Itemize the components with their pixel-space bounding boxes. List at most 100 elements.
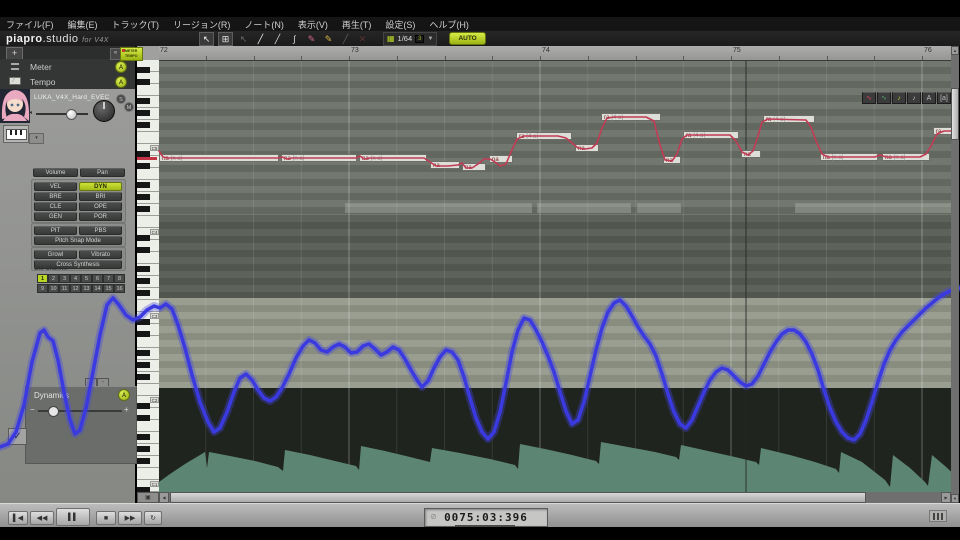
out-channel-13[interactable]: 13 — [81, 284, 92, 293]
dynamics-curve-toggle[interactable]: ∿ — [877, 92, 891, 104]
note[interactable]: na [n a] — [882, 153, 930, 161]
black-key[interactable] — [137, 374, 150, 380]
meter-track-row[interactable]: Meter A — [0, 59, 135, 75]
tempo-track-row[interactable]: Tempo A — [0, 74, 135, 90]
note[interactable]: na [n a] — [820, 153, 878, 161]
timeline-ruler[interactable]: 72 73 74 75 76 — [159, 46, 951, 61]
dynamics-zoom-out[interactable]: − — [30, 405, 35, 414]
note[interactable]: ra — [933, 127, 953, 135]
quantize-control[interactable]: ▦ 1/64 3 ▼ — [382, 31, 438, 46]
menu-item[interactable]: ファイル(F) — [6, 18, 54, 31]
volume-slider-thumb[interactable] — [66, 109, 77, 120]
black-key[interactable] — [137, 458, 150, 464]
rewind-button[interactable]: ◀◀ — [30, 511, 54, 525]
menu-item[interactable]: ヘルプ(H) — [429, 18, 469, 31]
param-button-pan[interactable]: Pan — [80, 168, 125, 177]
black-key[interactable] — [137, 403, 150, 409]
black-key[interactable] — [137, 266, 150, 272]
dynamics-auto-button[interactable]: A — [118, 389, 130, 401]
param-button-volume[interactable]: Volume — [33, 168, 78, 177]
param-button-por[interactable]: POR — [79, 212, 122, 221]
black-key[interactable] — [137, 290, 150, 296]
goto-start-button[interactable]: ▌◀ — [8, 511, 28, 525]
out-channel-16[interactable]: 16 — [114, 284, 125, 293]
meter-auto-button[interactable]: A — [115, 61, 127, 73]
out-channel-6[interactable]: 6 — [92, 274, 103, 283]
out-channel-8[interactable]: 8 — [114, 274, 125, 283]
track-name[interactable]: LUKA_V4X_Hard_EVEC — [34, 94, 110, 101]
param-button-pit[interactable]: PIT — [34, 226, 77, 235]
black-key[interactable] — [137, 362, 150, 368]
note[interactable]: na [n a] — [359, 154, 427, 162]
menu-item[interactable]: ノート(N) — [244, 18, 284, 31]
param-button-bri[interactable]: BRI — [79, 192, 122, 201]
scroll-left-icon[interactable]: ◀ — [159, 492, 169, 503]
out-channel-15[interactable]: 15 — [103, 284, 114, 293]
note[interactable]: na — [462, 163, 486, 171]
auto-button[interactable]: AUTO — [449, 32, 486, 45]
black-key[interactable] — [137, 446, 150, 452]
stop-button[interactable]: ■ — [96, 511, 116, 525]
note[interactable]: ra [4 a] — [763, 115, 815, 123]
curve-tool[interactable]: ∫ — [288, 33, 301, 45]
note[interactable]: na — [663, 156, 681, 164]
note[interactable]: na [n a] — [281, 154, 357, 162]
black-key[interactable] — [137, 206, 150, 212]
black-key[interactable] — [137, 350, 150, 356]
chevron-down-icon[interactable]: ▼ — [427, 36, 433, 42]
param-button-vel[interactable]: VEL — [34, 182, 77, 191]
mute-button[interactable]: M — [124, 102, 134, 112]
dynamics-zoom-in[interactable]: + — [124, 405, 129, 414]
note[interactable]: ra [4 a] — [601, 113, 661, 121]
scroll-up-icon[interactable]: ▲ — [951, 46, 959, 55]
marker-tool[interactable]: ✎ — [322, 33, 335, 45]
lyric-toggle[interactable]: A — [922, 92, 936, 104]
black-key[interactable] — [137, 434, 150, 440]
black-key[interactable] — [137, 163, 150, 169]
line-tool[interactable]: ╱ — [271, 33, 284, 45]
out-channel-11[interactable]: 11 — [59, 284, 70, 293]
param-button-ope[interactable]: OPE — [79, 202, 122, 211]
phoneme-toggle[interactable]: [a] — [937, 92, 951, 104]
pencil-tool[interactable]: ╱ — [254, 33, 267, 45]
singer-select-button[interactable] — [3, 125, 29, 143]
black-key[interactable] — [137, 247, 150, 253]
scroll-right-icon[interactable]: ▶ — [941, 492, 951, 503]
menu-item[interactable]: 表示(V) — [298, 18, 328, 31]
hand-tool[interactable]: ⊞ — [217, 31, 233, 46]
param-button-dyn[interactable]: DYN — [79, 182, 122, 191]
out-channel-1[interactable]: 1 — [37, 274, 48, 283]
black-key[interactable] — [137, 278, 150, 284]
piano-keyboard[interactable]: C5 C4 C3 C2 C1 — [137, 60, 159, 493]
arrow-tool[interactable]: ↖ — [237, 33, 250, 45]
out-channel-12[interactable]: 12 — [70, 284, 81, 293]
out-channel-14[interactable]: 14 — [92, 284, 103, 293]
black-key[interactable] — [137, 182, 150, 188]
volume-slider[interactable] — [36, 113, 88, 115]
eraser-tool[interactable]: ✎ — [305, 33, 318, 45]
param-button-vibrato[interactable]: Vibrato — [79, 250, 122, 259]
pitch-curve-toggle[interactable]: ∿ — [862, 92, 876, 104]
param-button-gen[interactable]: GEN — [34, 212, 77, 221]
note[interactable]: ra [4 a] — [683, 131, 739, 139]
black-key[interactable] — [137, 122, 150, 128]
note[interactable]: na — [575, 144, 599, 152]
param-button-pitch-snap-mode[interactable]: Pitch Snap Mode — [34, 236, 122, 245]
keyboard-panel-icon[interactable] — [929, 510, 947, 522]
black-key[interactable] — [137, 79, 150, 85]
audio-preview-toggle[interactable]: ♪ — [892, 92, 906, 104]
note[interactable]: na — [489, 155, 513, 163]
black-key[interactable] — [137, 194, 150, 200]
black-key[interactable] — [137, 319, 150, 325]
out-channel-7[interactable]: 7 — [103, 274, 114, 283]
out-channel-5[interactable]: 5 — [81, 274, 92, 283]
delete-tool[interactable]: ✕ — [356, 33, 369, 45]
param-button-pbs[interactable]: PBS — [79, 226, 122, 235]
loop-button[interactable]: ↻ — [144, 511, 162, 525]
note[interactable]: na — [741, 150, 761, 158]
scroll-down-icon[interactable]: ▼ — [951, 494, 959, 503]
param-button-bre[interactable]: BRE — [34, 192, 77, 201]
meter-tempo-badge[interactable]: METER TEMPO — [120, 47, 143, 61]
param-button-growl[interactable]: Growl — [34, 250, 77, 259]
singer-dropdown-button[interactable]: ▾ — [29, 133, 44, 144]
